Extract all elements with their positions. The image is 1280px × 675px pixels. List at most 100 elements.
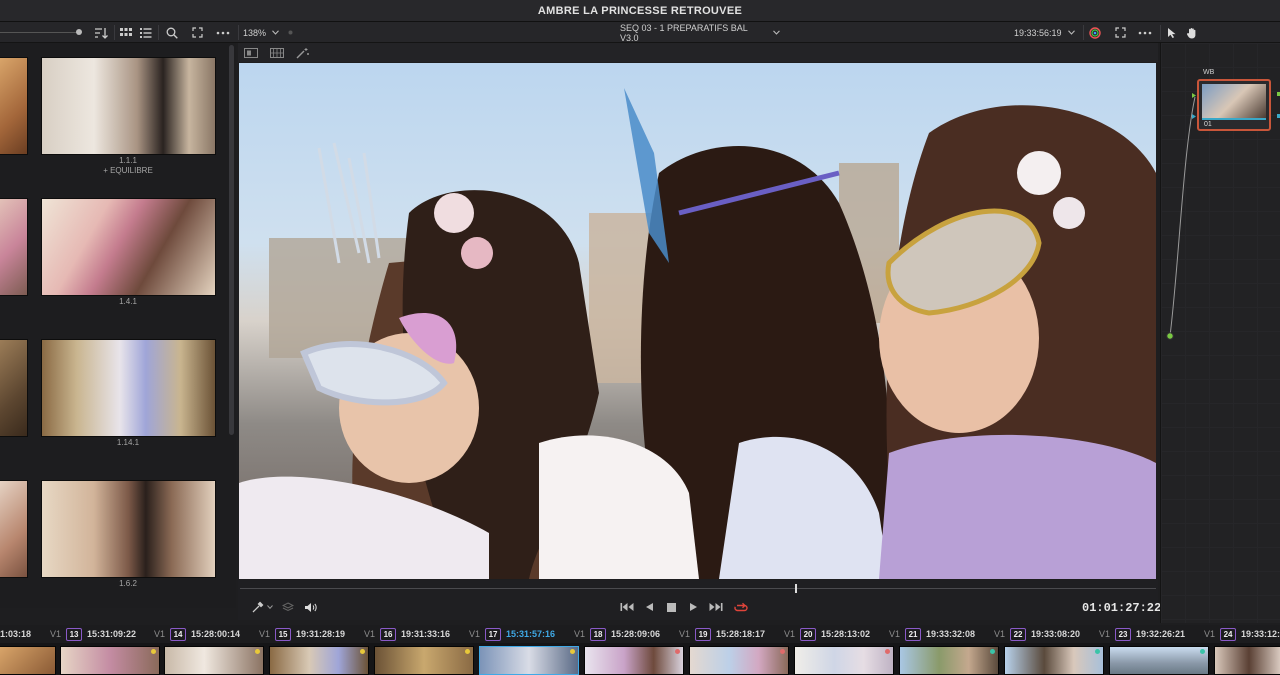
timeline-clip-thumbnail[interactable]	[794, 646, 894, 675]
track-label: V1	[259, 629, 271, 639]
timeline-clip-header[interactable]: V1 24 19:33:12:	[1196, 625, 1280, 643]
clip-number-badge: 16	[380, 627, 397, 641]
sequence-dropdown[interactable]: SEQ 03 - 1 PREPARATIFS BAL V3.0	[620, 22, 780, 43]
pointer-tool-icon[interactable]	[1167, 22, 1179, 43]
fullscreen-icon[interactable]	[1115, 22, 1129, 43]
timeline-clip-thumbnail[interactable]	[689, 646, 789, 675]
clip-number-badge: 20	[800, 627, 817, 641]
clip-number-badge: 18	[590, 627, 607, 641]
timeline-clip-header[interactable]: V1 15 19:31:28:19	[251, 625, 345, 643]
clip-timecode: 19:33:08:20	[1031, 629, 1081, 639]
clip-number-badge: 19	[695, 627, 712, 641]
clip-label: 1.6.2	[119, 579, 137, 588]
volume-icon[interactable]	[304, 598, 320, 616]
single-view-icon[interactable]	[244, 43, 260, 62]
list-view-icon[interactable]	[140, 22, 154, 43]
track-label: V1	[1099, 629, 1111, 639]
color-picker-icon[interactable]	[252, 598, 274, 616]
hand-tool-icon[interactable]	[1186, 22, 1198, 43]
timeline-clip-header[interactable]: V1 21 19:33:32:08	[881, 625, 975, 643]
grid-view-icon[interactable]	[120, 22, 134, 43]
gallery-scrollbar[interactable]	[229, 45, 234, 435]
timeline-clip-header[interactable]: V1 14 15:28:00:14	[146, 625, 240, 643]
timeline-clip-header[interactable]: V1 23 19:32:26:21	[1091, 625, 1185, 643]
chevron-down-icon	[272, 30, 279, 35]
track-label: V1	[364, 629, 376, 639]
viewer-options-bar	[238, 43, 1158, 62]
window-title: AMBRE LA PRINCESSE RETROUVEE	[537, 4, 743, 17]
clip-number-badge: 21	[905, 627, 922, 641]
node-graph-panel: WB 01	[1160, 43, 1280, 623]
color-wheel-icon[interactable]	[1089, 22, 1103, 43]
gallery-thumbnail[interactable]	[0, 480, 28, 578]
gallery-thumbnail[interactable]	[0, 339, 28, 437]
track-label: V1	[889, 629, 901, 639]
split-view-icon[interactable]	[270, 43, 286, 62]
viewer-toolbar: 138% SEQ 03 - 1 PREPARATIFS BAL V3.0 19:…	[0, 22, 1280, 43]
timeline-clip-header[interactable]: V1 16 19:31:33:16	[356, 625, 450, 643]
zoom-dropdown[interactable]: 138%	[243, 22, 283, 43]
search-icon[interactable]	[166, 22, 180, 43]
thumbnail-size-slider[interactable]	[0, 22, 86, 43]
timeline-clip-header[interactable]: V1 20 15:28:13:02	[776, 625, 870, 643]
magic-wand-icon[interactable]	[296, 43, 312, 62]
gallery-thumbnail-1-14-1[interactable]	[41, 339, 216, 437]
timeline-clip-thumbnail[interactable]	[60, 646, 160, 675]
gallery-thumbnail-1-6-2[interactable]	[41, 480, 216, 578]
clip-label: 1.1.1	[119, 156, 137, 165]
timeline-clip-thumbnail[interactable]	[269, 646, 369, 675]
clip-number-badge: 14	[170, 627, 187, 641]
timeline-clip-thumbnail[interactable]	[584, 646, 684, 675]
go-to-start-icon[interactable]	[620, 598, 636, 616]
color-node-01[interactable]: 01	[1197, 79, 1271, 131]
timeline-clip-header[interactable]: V1 18 15:28:09:06	[566, 625, 660, 643]
go-to-end-icon[interactable]	[709, 598, 725, 616]
timeline-clip-thumbnail[interactable]	[374, 646, 474, 675]
timecode-dropdown[interactable]: 19:33:56:19	[1014, 22, 1080, 43]
status-dot-icon	[288, 22, 294, 43]
clip-timecode: 19:32:26:21	[1136, 629, 1186, 639]
track-label: V1	[154, 629, 166, 639]
clip-number-badge: 24	[1220, 627, 1237, 641]
playhead-marker[interactable]	[795, 584, 797, 593]
timeline-clip-header[interactable]: V1 22 19:33:08:20	[986, 625, 1080, 643]
clip-timecode: 19:31:33:16	[401, 629, 451, 639]
clip-timecode: 15:28:00:14	[191, 629, 241, 639]
gallery-thumbnail-1-4-1[interactable]	[41, 198, 216, 296]
timeline-clip-thumbnail[interactable]	[1214, 646, 1280, 675]
gallery-thumbnail[interactable]	[0, 57, 28, 155]
play-icon[interactable]	[689, 598, 701, 616]
play-reverse-icon[interactable]	[645, 598, 657, 616]
layers-icon[interactable]	[282, 598, 296, 616]
clip-number-badge: 17	[485, 627, 502, 641]
timeline-clip-thumbnail[interactable]	[0, 646, 56, 675]
timeline-clip-header[interactable]: V1 13 15:31:09:22	[42, 625, 136, 643]
chevron-down-icon	[773, 30, 780, 35]
scrub-bar[interactable]	[240, 588, 1156, 589]
node-label: WB	[1203, 69, 1215, 76]
sequence-name: SEQ 03 - 1 PREPARATIFS BAL V3.0	[620, 22, 748, 43]
viewer-image[interactable]	[239, 63, 1156, 579]
stop-icon[interactable]	[667, 598, 679, 616]
more-options-icon[interactable]	[216, 22, 232, 43]
gallery-thumbnail[interactable]	[0, 198, 28, 296]
sort-icon[interactable]	[94, 22, 110, 43]
timeline-clip-thumbnail[interactable]	[1004, 646, 1104, 675]
more-options-icon[interactable]	[1138, 22, 1154, 43]
gallery-thumbnail-1-1-1[interactable]	[41, 57, 216, 155]
timeline-clip-thumbnail[interactable]	[164, 646, 264, 675]
source-timecode: 19:33:56:19	[1014, 27, 1062, 38]
chevron-down-icon	[1067, 30, 1075, 35]
expand-icon[interactable]	[192, 22, 206, 43]
clip-label: 1.4.1	[119, 297, 137, 306]
zoom-value: 138%	[243, 27, 267, 38]
timeline-clip-thumbnail-active[interactable]	[479, 646, 579, 675]
clip-number-badge: 15	[275, 627, 292, 641]
timeline-clip-thumbnail[interactable]	[1109, 646, 1209, 675]
track-label: V1	[1204, 629, 1216, 639]
clip-timecode: 15:31:57:16	[506, 629, 556, 639]
timeline-clip-header[interactable]: V1 19 15:28:18:17	[671, 625, 765, 643]
timeline-clip-header[interactable]: V1 17 15:31:57:16	[461, 625, 555, 643]
timeline-clip-thumbnail[interactable]	[899, 646, 999, 675]
loop-icon[interactable]	[734, 598, 750, 616]
